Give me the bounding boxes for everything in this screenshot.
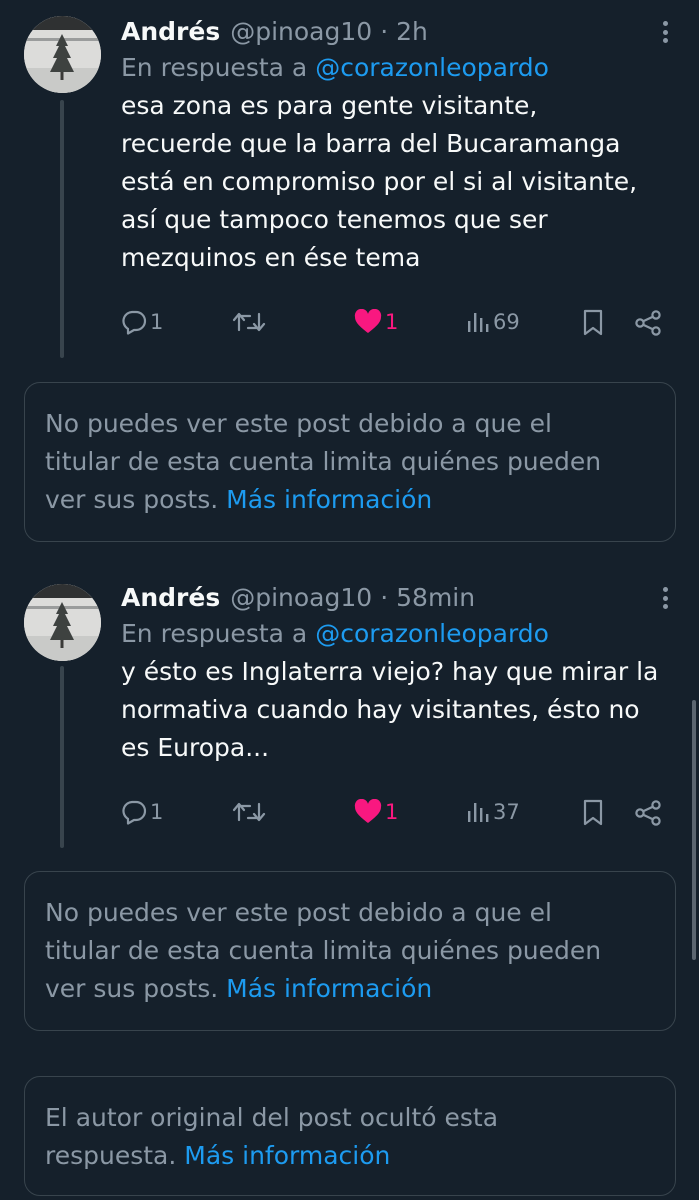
- avatar-image: [24, 16, 101, 93]
- conversation-thread: Andrés @pinoag10 · 2h En respuesta a @co…: [0, 0, 699, 1200]
- notice-text-line: titular de esta cuenta limita quiénes pu…: [45, 936, 602, 965]
- tweet-text-line: está en compromiso por el si al visitant…: [121, 167, 638, 196]
- repost-arrows-icon: [232, 802, 266, 822]
- avatar-image: [24, 584, 101, 661]
- reply-context: En respuesta a @corazonleopardo: [121, 614, 679, 652]
- like-count: 1: [385, 800, 399, 824]
- tweet-actions: 1 1 69: [0, 305, 699, 345]
- notice-text: ver sus posts.: [45, 485, 227, 514]
- like-button[interactable]: 1: [354, 309, 398, 335]
- tweet-text-line: mezquinos en ése tema: [121, 243, 421, 272]
- tweet-text-line: normativa cuando hay visitantes, ésto no: [121, 695, 640, 724]
- tweet-text-line: es Europa...: [121, 733, 270, 762]
- hidden-reply-notice: El autor original del post ocultó esta r…: [24, 1076, 676, 1196]
- author-name[interactable]: Andrés: [121, 583, 220, 612]
- share-button[interactable]: [634, 799, 662, 827]
- author-name[interactable]: Andrés: [121, 17, 220, 46]
- repost-button[interactable]: [232, 799, 266, 825]
- tweet-header: Andrés @pinoag10 · 58min: [121, 580, 679, 614]
- notice-text: respuesta.: [45, 1141, 185, 1170]
- tweet-text: esa zona es para gente visitante, recuer…: [121, 87, 679, 277]
- tweet-time[interactable]: 58min: [396, 583, 475, 612]
- share-button[interactable]: [634, 309, 662, 337]
- like-button[interactable]: 1: [354, 799, 398, 825]
- tweet-header: Andrés @pinoag10 · 2h: [121, 14, 679, 48]
- repost-button[interactable]: [232, 309, 266, 335]
- reply-mention-link[interactable]: @corazonleopardo: [315, 619, 549, 648]
- notice-text-line: ver sus posts. Más información: [45, 970, 655, 1008]
- views-button[interactable]: 37: [466, 799, 520, 825]
- notice-text-line: No puedes ver este post debido a que el: [45, 409, 552, 438]
- share-nodes-icon: [635, 800, 661, 826]
- author-handle[interactable]: @pinoag10: [230, 17, 372, 46]
- reply-count: 1: [150, 310, 164, 334]
- vertical-ellipsis-icon[interactable]: [655, 584, 675, 612]
- notice-text: ver sus posts.: [45, 974, 227, 1003]
- scrollbar[interactable]: [692, 700, 696, 960]
- tweet[interactable]: Andrés @pinoag10 · 58min En respuesta a …: [121, 580, 679, 767]
- bookmark-button[interactable]: [582, 309, 604, 337]
- tweet[interactable]: Andrés @pinoag10 · 2h En respuesta a @co…: [121, 14, 679, 277]
- tweet-actions: 1 1 37: [0, 795, 699, 835]
- like-count: 1: [385, 310, 399, 334]
- reply-prefix: En respuesta a: [121, 618, 308, 648]
- bar-chart-icon: [468, 803, 489, 822]
- notice-text-line: titular de esta cuenta limita quiénes pu…: [45, 447, 602, 476]
- view-count: 69: [493, 310, 520, 334]
- reply-prefix: En respuesta a: [121, 52, 308, 82]
- view-count: 37: [493, 800, 520, 824]
- bookmark-icon: [583, 799, 603, 826]
- bar-chart-icon: [468, 313, 489, 332]
- views-button[interactable]: 69: [466, 309, 520, 335]
- tweet-text: y ésto es Inglaterra viejo? hay que mira…: [121, 653, 679, 767]
- reply-context: En respuesta a @corazonleopardo: [121, 48, 679, 86]
- bookmark-icon: [583, 309, 603, 336]
- tweet-text-line: esa zona es para gente visitante,: [121, 91, 538, 120]
- bookmark-button[interactable]: [582, 799, 604, 827]
- speech-bubble-icon: [122, 800, 147, 825]
- author-handle[interactable]: @pinoag10: [230, 583, 372, 612]
- heart-icon: [354, 799, 382, 823]
- restricted-post-notice: No puedes ver este post debido a que el …: [24, 871, 676, 1031]
- reply-button[interactable]: 1: [121, 309, 163, 335]
- notice-text-line: respuesta. Más información: [45, 1137, 655, 1175]
- more-info-link[interactable]: Más información: [226, 974, 432, 1003]
- heart-icon: [354, 309, 382, 333]
- reply-mention-link[interactable]: @corazonleopardo: [315, 53, 549, 82]
- speech-bubble-icon: [122, 310, 147, 335]
- avatar[interactable]: [24, 16, 101, 93]
- tweet-text-line: y ésto es Inglaterra viejo? hay que mira…: [121, 657, 659, 686]
- avatar[interactable]: [24, 584, 101, 661]
- more-info-link[interactable]: Más información: [184, 1141, 390, 1170]
- vertical-ellipsis-icon[interactable]: [655, 18, 675, 46]
- separator: ·: [380, 16, 389, 46]
- notice-text-line: El autor original del post ocultó esta: [45, 1103, 499, 1132]
- reply-count: 1: [150, 800, 164, 824]
- reply-button[interactable]: 1: [121, 799, 163, 825]
- share-nodes-icon: [635, 310, 661, 336]
- tweet-text-line: así que tampoco tenemos que ser: [121, 205, 548, 234]
- repost-arrows-icon: [232, 312, 266, 332]
- tweet-time[interactable]: 2h: [396, 17, 428, 46]
- restricted-post-notice: No puedes ver este post debido a que el …: [24, 382, 676, 542]
- notice-text-line: ver sus posts. Más información: [45, 481, 655, 519]
- tweet-text-line: recuerde que la barra del Bucaramanga: [121, 129, 621, 158]
- notice-text-line: No puedes ver este post debido a que el: [45, 898, 552, 927]
- more-info-link[interactable]: Más información: [226, 485, 432, 514]
- separator: ·: [380, 582, 389, 612]
